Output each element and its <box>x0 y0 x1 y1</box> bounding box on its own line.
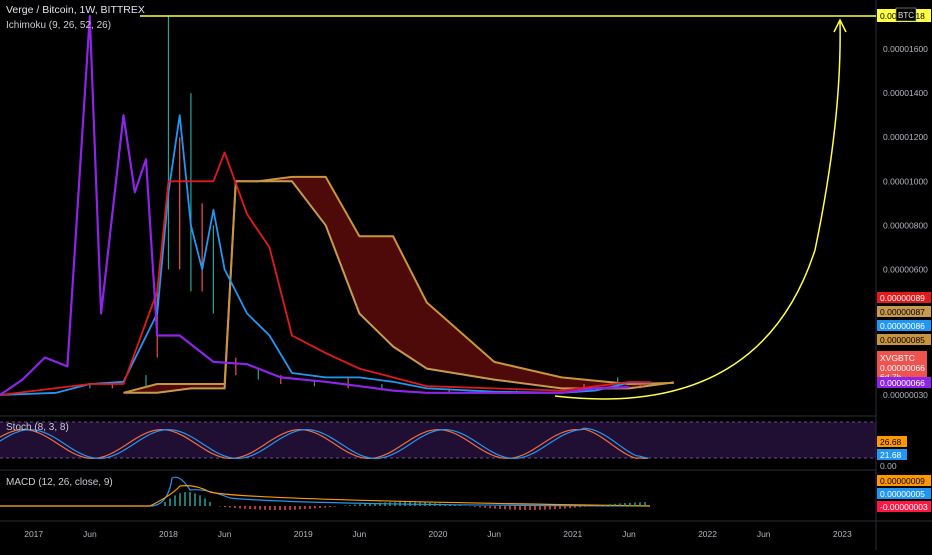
ichimoku-legend[interactable]: Ichimoku (9, 26, 52, 26) <box>6 20 111 31</box>
price-axis-bottom-tick: 0.00000030 <box>883 390 928 400</box>
price-axis-tick: 0.00001600 <box>883 44 928 54</box>
ichimoku-cloud <box>123 176 674 393</box>
time-axis-tick: Jun <box>353 529 367 539</box>
macd-histogram-value: -0.00000003 <box>880 502 928 512</box>
price-label-text: 0.00000085 <box>880 335 925 345</box>
time-axis-tick: 2020 <box>429 529 448 539</box>
time-axis-tick: 2022 <box>698 529 717 539</box>
time-axis-tick: Jun <box>218 529 232 539</box>
tradingview-chart-window[interactable]: 0.00001600 0.00001400 0.00001200 0.00001000… <box>0 0 932 550</box>
macd-signal-value: 0.00000009 <box>880 476 925 486</box>
projection-arrow-curve <box>554 21 841 400</box>
time-axis-tick: 2023 <box>833 529 852 539</box>
time-axis-tick: Jun <box>757 529 771 539</box>
chart-canvas[interactable]: 0.00001600 0.00001400 0.00001200 0.00001000… <box>0 0 932 550</box>
price-axis-tick: 0.00000600 <box>883 264 928 274</box>
time-axis-tick: 2019 <box>294 529 313 539</box>
time-axis-tick: 2018 <box>159 529 178 539</box>
time-axis-tick: Jun <box>622 529 636 539</box>
price-axis-tick: 0.00000800 <box>883 220 928 230</box>
time-axis-tick: 2017 <box>24 529 43 539</box>
stoch-legend[interactable]: Stoch (8, 3, 8) <box>6 422 69 433</box>
price-label-text: 0.00000066 <box>880 378 925 388</box>
price-label-text: 0.00000089 <box>880 293 925 303</box>
price-label-text: 0.00000087 <box>880 307 925 317</box>
stoch-d-value: 26.68 <box>880 437 902 447</box>
price-axis-tick: 0.00001400 <box>883 88 928 98</box>
macd-legend[interactable]: MACD (12, 26, close, 9) <box>6 477 113 488</box>
symbol-title[interactable]: Verge / Bitcoin, 1W, BITTREX <box>6 4 145 16</box>
time-axis-tick: Jun <box>83 529 97 539</box>
stoch-zero-tick: 0.00 <box>880 461 897 471</box>
stoch-k-value: 21.68 <box>880 450 902 460</box>
price-axis-tick: 0.00001200 <box>883 132 928 142</box>
macd-line-value: 0.00000005 <box>880 489 925 499</box>
stoch-band-fill <box>0 422 876 458</box>
time-axis-tick: Jun <box>487 529 501 539</box>
symbol-price-label: XVGBTC <box>880 353 915 363</box>
price-axis-tick: 0.00001000 <box>883 176 928 186</box>
price-label-text: 0.00000086 <box>880 321 925 331</box>
unit-badge-label: BTC <box>898 11 914 20</box>
time-axis-tick: 2021 <box>563 529 582 539</box>
